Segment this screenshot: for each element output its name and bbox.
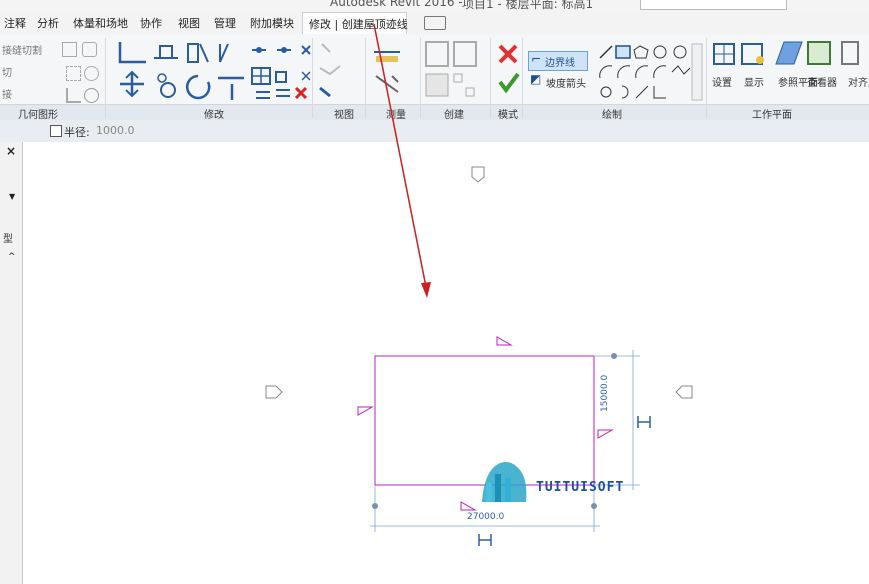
watermark-text: TUITUISOFT (536, 480, 625, 495)
width-dimension-value[interactable]: 27000.0 (467, 512, 504, 522)
drawing-overlay (265, 23, 693, 546)
dimension-lock-icon[interactable] (637, 416, 651, 428)
height-dimension-value[interactable]: 15000.0 (600, 375, 610, 412)
elevation-marker-east-icon[interactable] (675, 385, 693, 399)
slope-symbol-icon[interactable] (357, 406, 374, 416)
elevation-marker-north-icon[interactable] (471, 166, 485, 183)
elevation-marker-west-icon[interactable] (265, 385, 283, 399)
slope-symbol-icon[interactable] (460, 501, 477, 511)
annotation-arrow (373, 23, 428, 293)
dimension-lock-icon[interactable] (478, 534, 492, 546)
tuituisoft-logo (482, 462, 527, 502)
arrow-head-icon (421, 282, 431, 298)
slope-symbol-icon[interactable] (597, 429, 614, 439)
roof-footprint-boundary[interactable] (374, 355, 595, 486)
slope-symbol-icon[interactable] (496, 336, 513, 346)
